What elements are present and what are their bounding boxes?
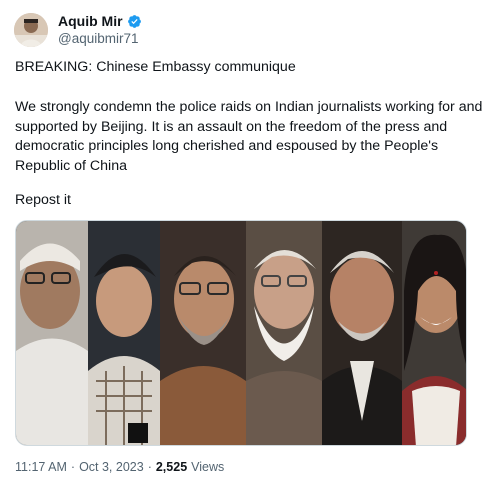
tweet-headline: BREAKING: Chinese Embassy communique bbox=[15, 59, 296, 75]
tweet-body: We strongly condemn the police raids on … bbox=[15, 99, 483, 174]
author-avatar[interactable] bbox=[14, 13, 48, 47]
tweet-time[interactable]: 11:17 AM bbox=[15, 460, 67, 474]
photo-panel-6 bbox=[402, 221, 466, 445]
photo-panel-4 bbox=[246, 221, 322, 445]
photo-panel-5 bbox=[322, 221, 402, 445]
views-label: Views bbox=[191, 460, 225, 474]
meta-separator: · bbox=[70, 460, 76, 474]
author-name[interactable]: Aquib Mir bbox=[58, 13, 123, 29]
tweet-card: Aquib Mir @aquibmir71 BREAKING: Chinese … bbox=[0, 0, 501, 487]
views-count: 2,525 bbox=[155, 460, 188, 474]
tweet-metadata: 11:17 AM · Oct 3, 2023 · 2,525 Views bbox=[15, 460, 224, 474]
photo-panel-2 bbox=[88, 221, 160, 445]
tweet-date[interactable]: Oct 3, 2023 bbox=[79, 460, 144, 474]
author-name-row: Aquib Mir bbox=[58, 13, 142, 29]
author-handle[interactable]: @aquibmir71 bbox=[58, 31, 139, 46]
photo-panel-1 bbox=[16, 221, 88, 445]
meta-separator: · bbox=[147, 460, 152, 474]
tweet-closing: Repost it bbox=[15, 192, 71, 208]
tweet-media-image[interactable] bbox=[15, 220, 467, 446]
photo-panel-3 bbox=[160, 221, 246, 445]
verified-badge-icon[interactable] bbox=[127, 14, 142, 29]
